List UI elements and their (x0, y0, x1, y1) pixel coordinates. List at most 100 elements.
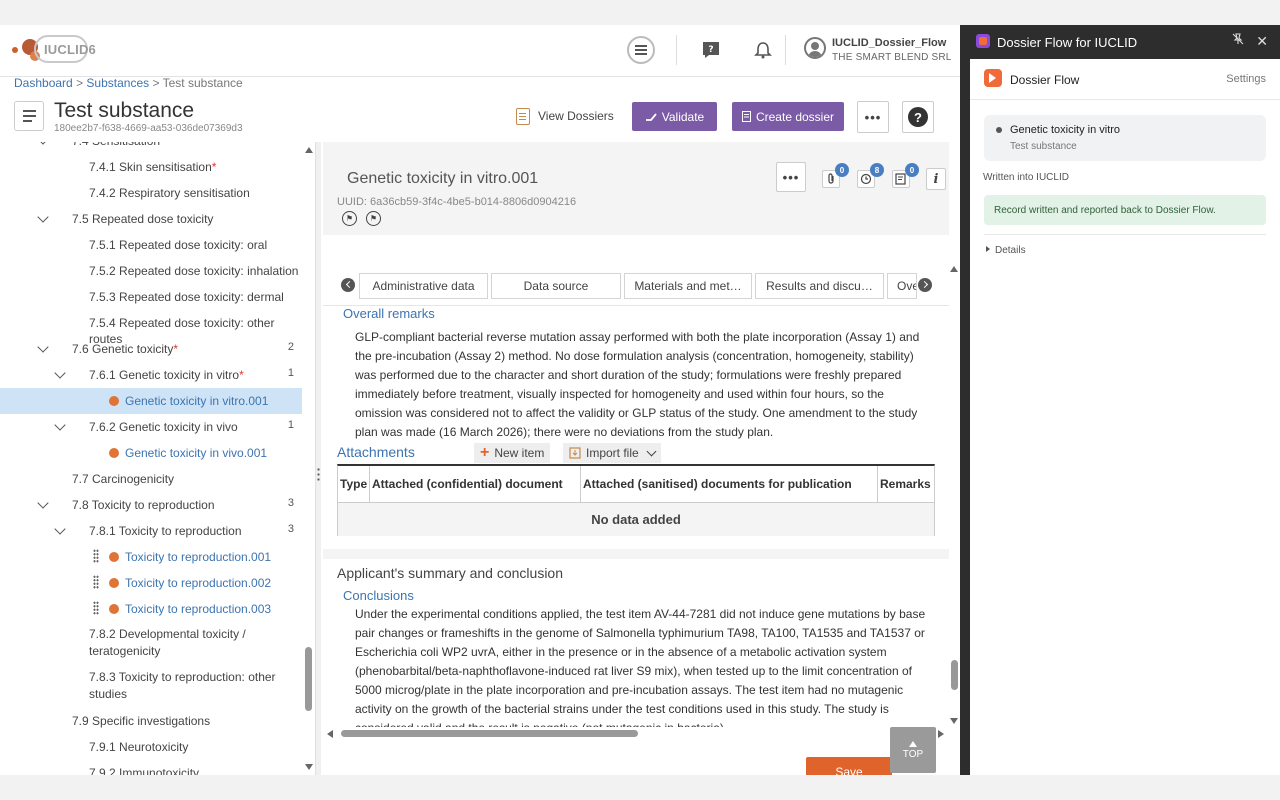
tree-item[interactable]: 7.9 Specific investigations (0, 708, 302, 734)
tab-results-and-discussion[interactable]: Results and discu… (755, 273, 884, 299)
tree-item[interactable]: Genetic toxicity in vitro.001 (0, 388, 302, 414)
save-button[interactable]: Save (806, 757, 892, 775)
child-count: 3 (287, 523, 294, 535)
scroll-to-top-button[interactable]: TOP (890, 727, 936, 773)
tree-item[interactable]: 7.5.4 Repeated dose toxicity: other rout… (0, 310, 302, 346)
user-avatar-icon[interactable] (804, 37, 826, 59)
tab-administrative-data[interactable]: Administrative data (359, 273, 488, 299)
tabs-scroll-right-icon[interactable] (918, 278, 932, 292)
tree-item[interactable]: Genetic toxicity in vivo.001 (0, 440, 302, 466)
tree-item[interactable]: Toxicity to reproduction.002 (0, 570, 302, 596)
tab-materials-and-methods[interactable]: Materials and met… (624, 273, 752, 299)
flag-icon[interactable]: ⚑ (342, 211, 357, 226)
tree-scrollbar[interactable] (302, 142, 315, 775)
column-header-sanitised-documents[interactable]: Attached (sanitised) documents for publi… (581, 466, 878, 502)
tree-item[interactable]: 7.7 Carcinogenicity (0, 466, 302, 492)
tab-data-source[interactable]: Data source (491, 273, 621, 299)
help-button[interactable]: ? (902, 101, 934, 133)
document-vertical-scrollbar[interactable] (949, 262, 960, 726)
tree-item[interactable]: 7.9.1 Neurotoxicity (0, 734, 302, 760)
breadcrumb-dashboard[interactable]: Dashboard (14, 76, 73, 90)
chevron-down-icon[interactable] (37, 497, 49, 509)
toggle-tree-button[interactable] (14, 101, 44, 131)
conclusions-heading: Conclusions (343, 588, 414, 603)
tree-item[interactable]: 7.5.1 Repeated dose toxicity: oral (0, 232, 302, 258)
create-dossier-button[interactable]: Create dossier (732, 102, 844, 131)
overall-remarks-text[interactable]: GLP-compliant bacterial reverse mutation… (355, 328, 930, 442)
annotations-icon[interactable]: 0 (892, 163, 919, 188)
import-icon (569, 447, 581, 459)
tree-item[interactable]: 7.9.2 Immunotoxicity (0, 760, 302, 775)
tree-item[interactable]: 7.5 Repeated dose toxicity (0, 206, 302, 232)
settings-link[interactable]: Settings (1226, 73, 1266, 85)
tree-item[interactable]: 7.5.3 Repeated dose toxicity: dermal (0, 284, 302, 310)
tab-overall-remarks[interactable]: Ove (887, 273, 917, 299)
document-hscrollbar-thumb[interactable] (341, 730, 638, 737)
tree-item[interactable]: Toxicity to reproduction.003 (0, 596, 302, 622)
new-item-button[interactable]: + New item (474, 443, 551, 463)
tabs-scroll-left-icon[interactable] (341, 278, 355, 292)
info-button[interactable]: i (926, 168, 946, 190)
drag-handle-icon[interactable] (93, 601, 99, 615)
column-header-remarks[interactable]: Remarks (878, 466, 934, 502)
breadcrumb-substances[interactable]: Substances (86, 76, 149, 90)
document-horizontal-scrollbar[interactable] (323, 727, 949, 740)
tree-scrollbar-thumb[interactable] (305, 647, 312, 711)
user-organisation: THE SMART BLEND SRL (832, 52, 952, 63)
document-more-button[interactable]: ••• (776, 162, 806, 192)
details-toggle[interactable]: Details (986, 245, 1026, 256)
tree-item[interactable]: 7.5.2 Repeated dose toxicity: inhalation (0, 258, 302, 284)
child-count: 3 (287, 497, 294, 509)
chevron-down-icon[interactable] (37, 211, 49, 223)
flag-icon[interactable]: ⚑ (366, 211, 381, 226)
tree-item-label: 7.6.1 Genetic toxicity in vitro* (89, 368, 244, 382)
column-header-type[interactable]: Type (338, 466, 370, 502)
chevron-down-icon[interactable] (54, 523, 66, 535)
user-name[interactable]: IUCLID_Dossier_Flow (832, 37, 946, 49)
validate-button[interactable]: Validate (632, 102, 717, 131)
panel-splitter[interactable] (315, 142, 321, 775)
tree-item[interactable]: 7.4.2 Respiratory sensitisation (0, 180, 302, 206)
close-icon[interactable]: ✕ (1256, 33, 1268, 50)
tasks-icon[interactable] (627, 36, 655, 64)
document-scrollbar-thumb[interactable] (951, 660, 958, 690)
unpin-icon[interactable] (1232, 33, 1244, 48)
tree-item[interactable]: 7.8.2 Developmental toxicity / teratogeni… (0, 622, 302, 665)
record-status-icon (109, 578, 119, 588)
tree-item[interactable]: 7.8.1 Toxicity to reproduction 3 (0, 518, 302, 544)
tree-item[interactable]: 7.6 Genetic toxicity* 2 (0, 336, 302, 362)
notifications-bell-icon[interactable] (749, 36, 777, 64)
info-icon: i (933, 171, 939, 187)
help-messages-icon[interactable]: ? (697, 36, 725, 64)
tree-item-label: 7.4 Sensitisation (72, 142, 160, 149)
column-header-confidential-document[interactable]: Attached (confidential) document (370, 466, 581, 502)
record-title: Genetic toxicity in vitro (1010, 124, 1121, 136)
history-icon[interactable]: 8 (857, 163, 884, 188)
drag-handle-icon[interactable] (93, 549, 99, 563)
tree-item[interactable]: 7.8 Toxicity to reproduction 3 (0, 492, 302, 518)
record-status-icon (109, 448, 119, 458)
chevron-down-icon[interactable] (54, 419, 66, 431)
tree-item-label: Toxicity to reproduction.003 (125, 602, 272, 616)
tree-item-label: 7.5.2 Repeated dose toxicity: inhalation (89, 264, 299, 278)
chevron-down-icon[interactable] (54, 367, 66, 379)
attachments-icon[interactable]: 0 (822, 163, 849, 188)
view-dossiers-button[interactable]: View Dossiers (516, 105, 614, 127)
more-actions-button[interactable]: ••• (857, 101, 889, 133)
tree-item[interactable]: 7.6.2 Genetic toxicity in vivo 1 (0, 414, 302, 440)
record-card[interactable]: Genetic toxicity in vitro Test substance (984, 115, 1266, 161)
record-status-icon (109, 604, 119, 614)
tree-item[interactable]: 7.4.1 Skin sensitisation* (0, 154, 302, 180)
conclusions-text[interactable]: Under the experimental conditions applie… (355, 605, 930, 727)
drag-handle-icon[interactable] (93, 575, 99, 589)
tree-item[interactable]: 7.8.3 Toxicity to reproduction: other stu… (0, 665, 302, 708)
tree-item[interactable]: 7.6.1 Genetic toxicity in vitro* 1 (0, 362, 302, 388)
tree-item[interactable]: Toxicity to reproduction.001 (0, 544, 302, 570)
iuclid-logo[interactable]: IUCLID6 (8, 33, 96, 69)
chevron-down-icon[interactable] (646, 446, 657, 457)
chevron-down-icon[interactable] (37, 142, 49, 145)
chevron-down-icon[interactable] (37, 341, 49, 353)
import-file-button[interactable]: Import file (563, 443, 661, 463)
help-icon: ? (908, 107, 928, 127)
tree-item[interactable]: 7.4 Sensitisation (0, 142, 302, 154)
